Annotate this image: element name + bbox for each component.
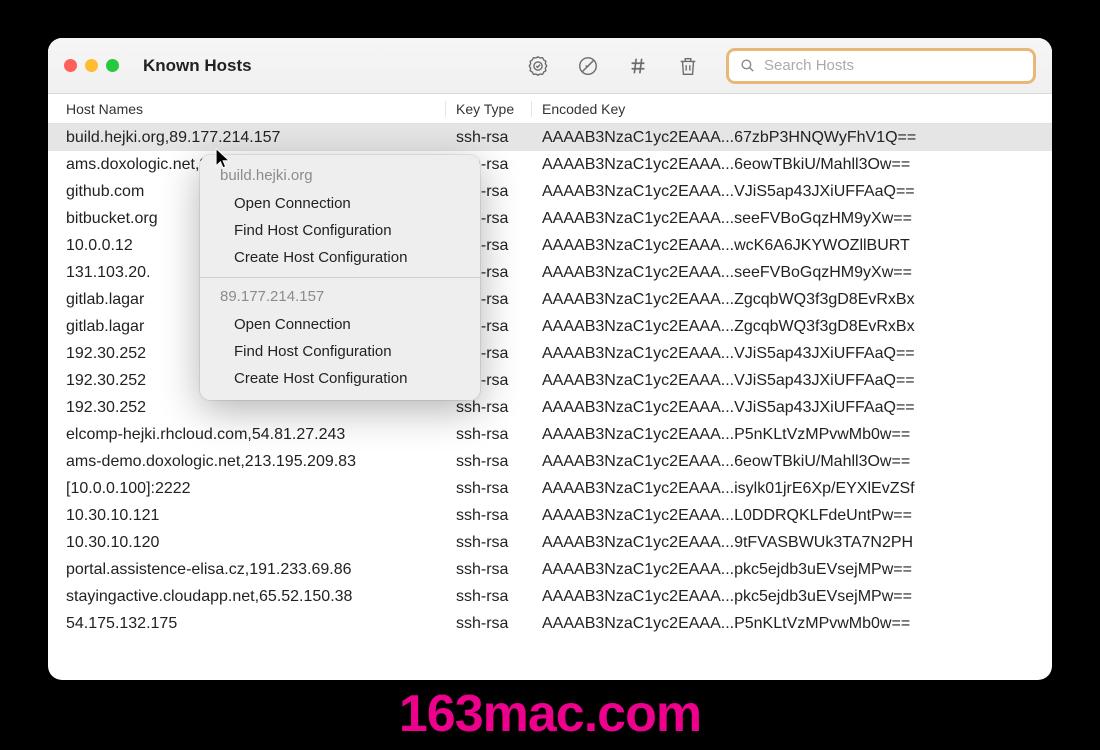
cell-encoded-key: AAAAB3NzaC1yc2EAAA...pkc5ejdb3uEVsejMPw=… [532,588,1052,606]
table-row[interactable]: 54.175.132.175ssh-rsaAAAAB3NzaC1yc2EAAA.… [48,610,1052,637]
unverify-icon[interactable] [576,54,600,78]
table-row[interactable]: 131.103.20.ssh-rsaAAAAB3NzaC1yc2EAAA...s… [48,259,1052,286]
known-hosts-window: Known Hosts [48,38,1052,680]
cell-host: 54.175.132.175 [48,615,446,633]
table-row[interactable]: 192.30.252ssh-rsaAAAAB3NzaC1yc2EAAA...VJ… [48,340,1052,367]
cell-key-type: ssh-rsa [446,453,532,471]
context-menu: build.hejki.org Open Connection Find Hos… [200,155,480,400]
cell-host: 10.30.10.120 [48,534,446,552]
cell-key-type: ssh-rsa [446,507,532,525]
cell-encoded-key: AAAAB3NzaC1yc2EAAA...P5nKLtVzMPvwMb0w== [532,615,1052,633]
hash-icon[interactable] [626,54,650,78]
cell-encoded-key: AAAAB3NzaC1yc2EAAA...seeFVBoGqzHM9yXw== [532,210,1052,228]
cell-encoded-key: AAAAB3NzaC1yc2EAAA...isylk01jrE6Xp/EYXlE… [532,480,1052,498]
context-menu-header-host: build.hejki.org [200,163,480,190]
table-row[interactable]: 10.30.10.121ssh-rsaAAAAB3NzaC1yc2EAAA...… [48,502,1052,529]
cell-encoded-key: AAAAB3NzaC1yc2EAAA...ZgcqbWQ3f3gD8EvRxBx [532,291,1052,309]
cell-encoded-key: AAAAB3NzaC1yc2EAAA...9tFVASBWUk3TA7N2PH [532,534,1052,552]
cell-host: portal.assistence-elisa.cz,191.233.69.86 [48,561,446,579]
cell-encoded-key: AAAAB3NzaC1yc2EAAA...seeFVBoGqzHM9yXw== [532,264,1052,282]
menu-find-host-config-ip[interactable]: Find Host Configuration [200,338,480,365]
menu-create-host-config[interactable]: Create Host Configuration [200,244,480,271]
columns-header: Host Names Key Type Encoded Key [48,94,1052,124]
cell-host: elcomp-hejki.rhcloud.com,54.81.27.243 [48,426,446,444]
cell-encoded-key: AAAAB3NzaC1yc2EAAA...6eowTBkiU/Mahll3Ow=… [532,453,1052,471]
menu-open-connection[interactable]: Open Connection [200,190,480,217]
search-field[interactable] [726,48,1036,84]
cell-encoded-key: AAAAB3NzaC1yc2EAAA...VJiS5ap43JXiUFFAaQ=… [532,399,1052,417]
table-row[interactable]: ams-demo.doxologic.net,213.195.209.83ssh… [48,448,1052,475]
table-row[interactable]: 10.30.10.120ssh-rsaAAAAB3NzaC1yc2EAAA...… [48,529,1052,556]
menu-separator [200,277,480,278]
table-row[interactable]: 192.30.252ssh-rsaAAAAB3NzaC1yc2EAAA...VJ… [48,394,1052,421]
table-row[interactable]: 192.30.252ssh-rsaAAAAB3NzaC1yc2EAAA...VJ… [48,367,1052,394]
cell-key-type: ssh-rsa [446,534,532,552]
cell-encoded-key: AAAAB3NzaC1yc2EAAA...VJiS5ap43JXiUFFAaQ=… [532,372,1052,390]
table-row[interactable]: bitbucket.orgssh-rsaAAAAB3NzaC1yc2EAAA..… [48,205,1052,232]
table-row[interactable]: gitlab.lagarssh-rsaAAAAB3NzaC1yc2EAAA...… [48,286,1052,313]
cell-encoded-key: AAAAB3NzaC1yc2EAAA...pkc5ejdb3uEVsejMPw=… [532,561,1052,579]
table-row[interactable]: ams.doxologic.net,213.195.209.83ssh-rsaA… [48,151,1052,178]
cell-key-type: ssh-rsa [446,129,532,147]
cell-encoded-key: AAAAB3NzaC1yc2EAAA...P5nKLtVzMPvwMb0w== [532,426,1052,444]
trash-icon[interactable] [676,54,700,78]
cell-encoded-key: AAAAB3NzaC1yc2EAAA...ZgcqbWQ3f3gD8EvRxBx [532,318,1052,336]
table-row[interactable]: stayingactive.cloudapp.net,65.52.150.38s… [48,583,1052,610]
column-header-key[interactable]: Encoded Key [532,101,1052,117]
cell-encoded-key: AAAAB3NzaC1yc2EAAA...6eowTBkiU/Mahll3Ow=… [532,156,1052,174]
table-row[interactable]: github.comssh-rsaAAAAB3NzaC1yc2EAAA...VJ… [48,178,1052,205]
cell-key-type: ssh-rsa [446,426,532,444]
cell-host: 192.30.252 [48,399,446,417]
titlebar: Known Hosts [48,38,1052,94]
search-icon [739,57,756,74]
menu-open-connection-ip[interactable]: Open Connection [200,311,480,338]
zoom-window-button[interactable] [106,59,119,72]
column-header-host[interactable]: Host Names [48,101,446,117]
table-row[interactable]: 10.0.0.12ssh-rsaAAAAB3NzaC1yc2EAAA...wcK… [48,232,1052,259]
cell-host: 10.30.10.121 [48,507,446,525]
table-row[interactable]: [10.0.0.100]:2222ssh-rsaAAAAB3NzaC1yc2EA… [48,475,1052,502]
cell-key-type: ssh-rsa [446,615,532,633]
cell-host: build.hejki.org,89.177.214.157 [48,129,446,147]
table-row[interactable]: build.hejki.org,89.177.214.157ssh-rsaAAA… [48,124,1052,151]
toolbar [526,48,1036,84]
column-header-type[interactable]: Key Type [446,101,532,117]
traffic-lights [64,59,119,72]
cell-key-type: ssh-rsa [446,561,532,579]
cell-key-type: ssh-rsa [446,588,532,606]
cell-key-type: ssh-rsa [446,480,532,498]
minimize-window-button[interactable] [85,59,98,72]
window-title: Known Hosts [143,56,252,76]
search-input[interactable] [764,57,1023,74]
close-window-button[interactable] [64,59,77,72]
cell-encoded-key: AAAAB3NzaC1yc2EAAA...67zbP3HNQWyFhV1Q== [532,129,1052,147]
hosts-table[interactable]: build.hejki.org,89.177.214.157ssh-rsaAAA… [48,124,1052,680]
context-menu-header-ip: 89.177.214.157 [200,284,480,311]
table-row[interactable]: gitlab.lagarssh-rsaAAAAB3NzaC1yc2EAAA...… [48,313,1052,340]
table-row[interactable]: portal.assistence-elisa.cz,191.233.69.86… [48,556,1052,583]
cell-host: stayingactive.cloudapp.net,65.52.150.38 [48,588,446,606]
cell-encoded-key: AAAAB3NzaC1yc2EAAA...wcK6A6JKYWOZllBURT [532,237,1052,255]
cell-encoded-key: AAAAB3NzaC1yc2EAAA...VJiS5ap43JXiUFFAaQ=… [532,345,1052,363]
cell-host: ams-demo.doxologic.net,213.195.209.83 [48,453,446,471]
table-row[interactable]: elcomp-hejki.rhcloud.com,54.81.27.243ssh… [48,421,1052,448]
menu-create-host-config-ip[interactable]: Create Host Configuration [200,365,480,392]
cell-encoded-key: AAAAB3NzaC1yc2EAAA...VJiS5ap43JXiUFFAaQ=… [532,183,1052,201]
watermark: 163mac.com [0,684,1100,744]
cell-encoded-key: AAAAB3NzaC1yc2EAAA...L0DDRQKLFdeUntPw== [532,507,1052,525]
cell-key-type: ssh-rsa [446,399,532,417]
verify-icon[interactable] [526,54,550,78]
cell-host: [10.0.0.100]:2222 [48,480,446,498]
menu-find-host-config[interactable]: Find Host Configuration [200,217,480,244]
